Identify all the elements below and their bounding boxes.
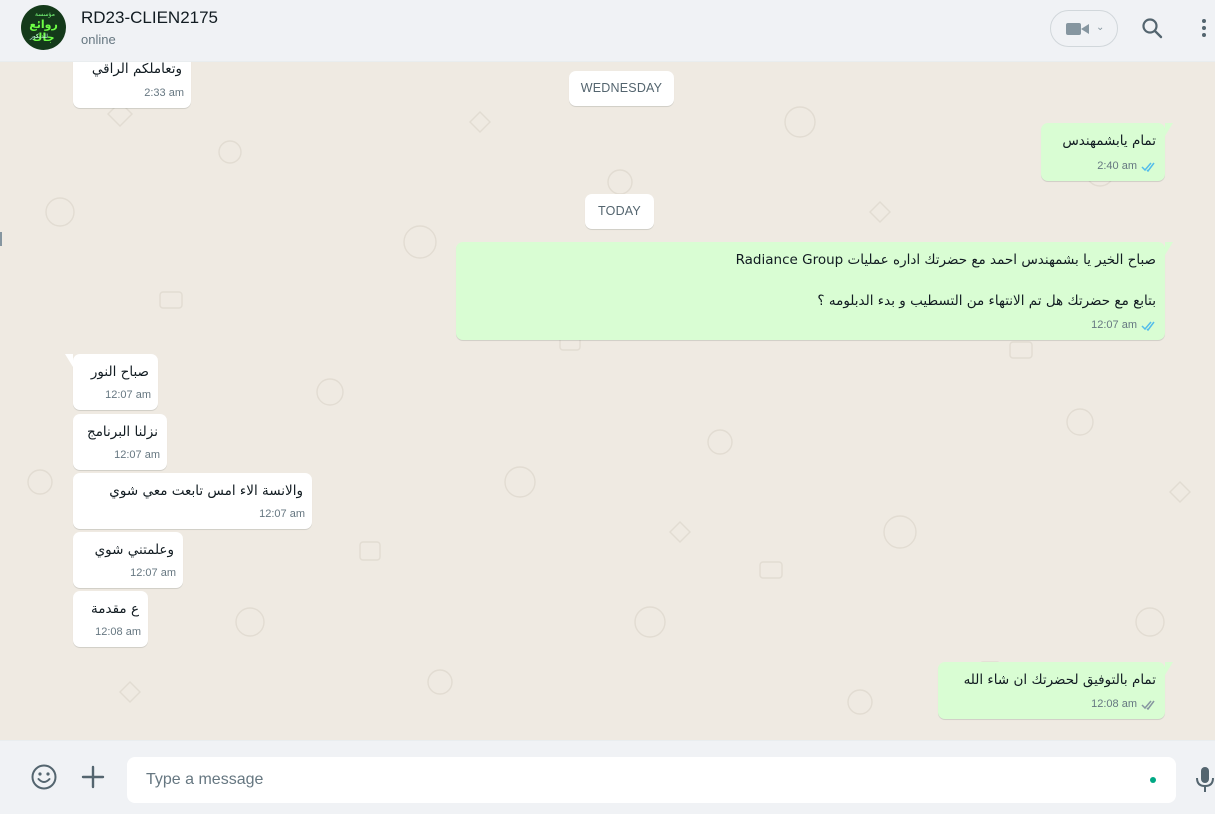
scroll-indicator [0,232,2,246]
message-text-line-2: بتابع مع حضرتك هل تم الانتهاء من التسطيب… [817,293,1156,309]
chat-header: مؤسسة روائع جاك للديكور RD23-CLIEN2175 o… [0,0,1215,62]
message-time: 2:40 am [1097,160,1137,172]
message-text: صباح النور [90,364,149,380]
contact-status: online [81,32,116,47]
message-bubble-incoming[interactable]: والانسة الاء امس تابعت معي شوي 12:07 am [73,473,312,529]
chat-background-pattern [27,101,1191,715]
contact-avatar[interactable]: مؤسسة روائع جاك للديكور [21,5,66,50]
double-check-icon [1141,700,1155,710]
message-bubble-incoming[interactable]: صباح النور 12:07 am [65,354,158,410]
message-meta: 12:07 am [114,446,160,465]
avatar-text-bottom: للديكور [30,33,48,40]
date-separator: TODAY [585,194,654,229]
avatar-text-main: روائع جاك [29,18,58,44]
message-text: تمام يابشمهندس [1062,133,1156,149]
message-text-line-1: صباح الخير يا بشمهندس احمد مع حضرتك ادار… [735,252,1156,268]
message-meta: 12:07 am [105,386,151,405]
message-text: نزلنا البرنامج [86,424,158,440]
avatar-text-top: مؤسسة [35,11,55,18]
message-time: 12:08 am [1091,698,1137,710]
message-bubble-incoming[interactable]: وتعاملكم الراقي 2:33 am [73,62,191,108]
message-meta: 12:08 am [1091,695,1158,714]
chevron-down-icon: ⌄ [1096,22,1105,33]
message-text: وعلمتني شوي [94,542,174,558]
message-text: تمام بالتوفيق لحضرتك ان شاء الله [963,672,1156,688]
message-time: 2:33 am [144,87,184,99]
message-time: 12:07 am [114,449,160,461]
contact-name[interactable]: RD23-CLIEN2175 [81,8,218,28]
message-bubble-incoming[interactable]: وعلمتني شوي 12:07 am [73,532,183,588]
message-meta: 12:07 am [1091,316,1158,335]
message-meta: 12:08 am [95,623,141,642]
message-list[interactable]: وتعاملكم الراقي 2:33 am WEDNESDAY تمام ي… [0,62,1215,740]
emoji-icon[interactable] [30,763,58,791]
message-bubble-incoming[interactable]: نزلنا البرنامج 12:07 am [73,414,167,470]
message-input[interactable] [127,757,1176,803]
message-bubble-outgoing[interactable]: تمام بالتوفيق لحضرتك ان شاء الله 12:08 a… [938,662,1173,719]
message-text: ع مقدمة [91,601,139,617]
attach-plus-icon[interactable] [81,765,105,789]
message-time: 12:08 am [95,626,141,638]
message-text: وتعاملكم الراقي [91,62,182,77]
input-status-dot [1150,777,1156,783]
message-meta: 12:07 am [130,564,176,583]
mic-icon[interactable] [1195,765,1215,795]
message-meta: 2:33 am [144,84,184,103]
composer-bar [0,740,1215,814]
message-time: 12:07 am [1091,319,1137,331]
message-time: 12:07 am [259,508,305,520]
menu-icon[interactable] [1198,17,1210,39]
video-call-icon [1066,23,1081,35]
message-bubble-outgoing[interactable]: تمام يابشمهندس 2:40 am [1041,123,1173,181]
message-meta: 2:40 am [1097,157,1158,176]
double-check-icon [1141,321,1155,331]
search-icon[interactable] [1141,17,1163,39]
message-bubble-incoming[interactable]: ع مقدمة 12:08 am [73,591,148,647]
message-meta: 12:07 am [259,505,305,524]
message-time: 12:07 am [130,567,176,579]
message-time: 12:07 am [105,389,151,401]
video-call-button[interactable]: ⌄ [1050,10,1118,47]
message-text: والانسة الاء امس تابعت معي شوي [109,483,303,499]
date-separator: WEDNESDAY [569,71,674,106]
double-check-icon [1141,162,1155,172]
message-bubble-outgoing[interactable]: صباح الخير يا بشمهندس احمد مع حضرتك ادار… [456,242,1173,340]
